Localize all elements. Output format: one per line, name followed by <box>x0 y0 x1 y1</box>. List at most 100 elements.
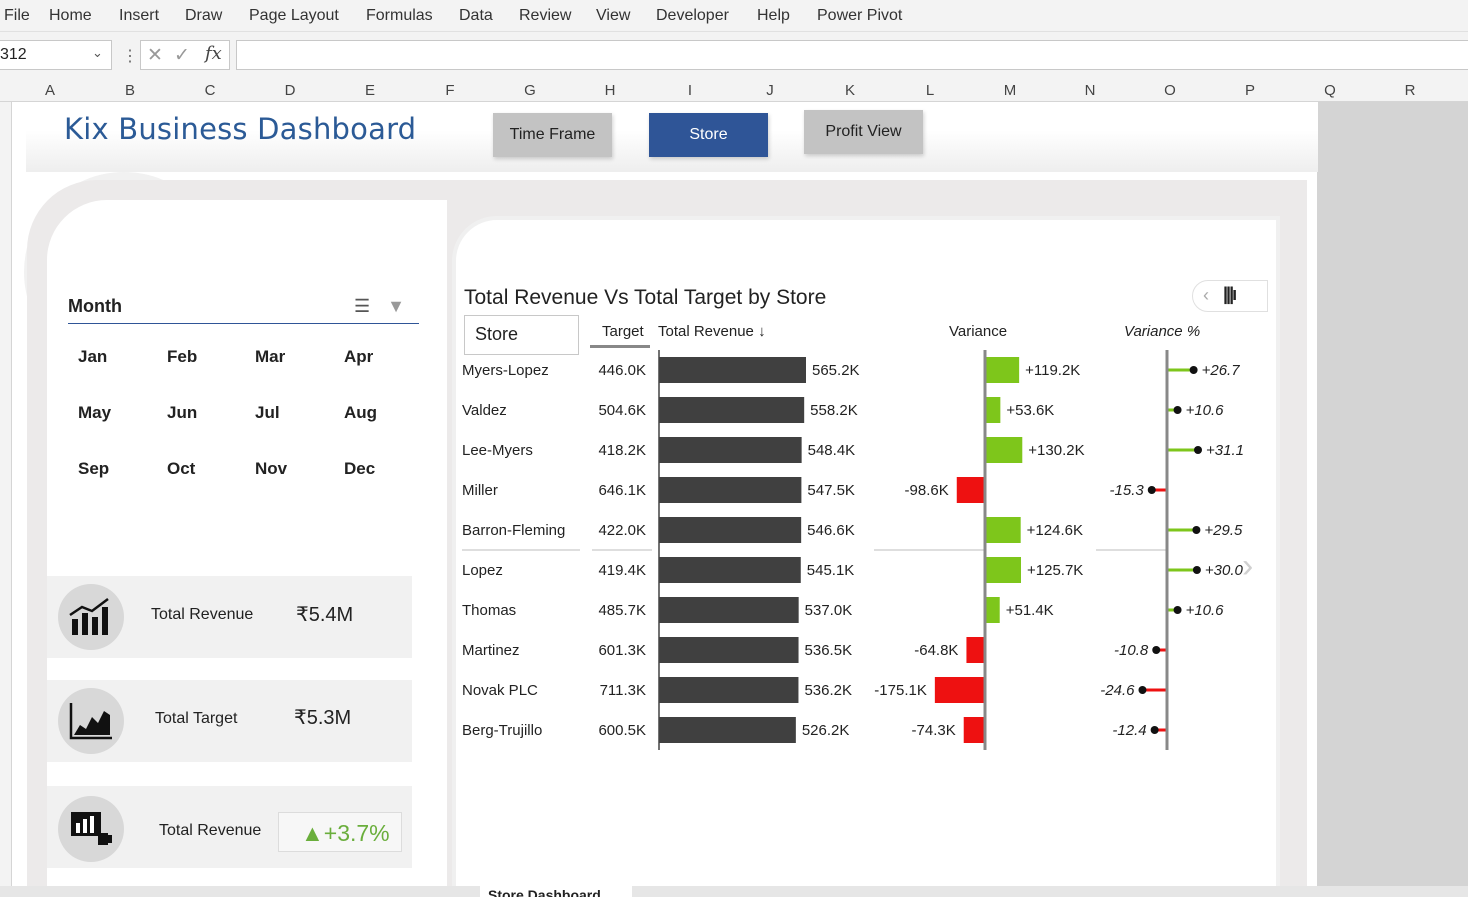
target-value: 422.0K <box>598 522 646 539</box>
menu-page-layout[interactable]: Page Layout <box>249 7 339 25</box>
column-header-h[interactable]: H <box>570 82 650 99</box>
column-header-o[interactable]: O <box>1130 82 1210 99</box>
revenue-label: 537.0K <box>805 602 853 619</box>
store-name: Barron-Fleming <box>462 522 565 539</box>
revenue-label: 548.4K <box>808 442 856 459</box>
menu-power-pivot[interactable]: Power Pivot <box>817 7 902 25</box>
variance-bar <box>985 357 1020 383</box>
variance-pct-dot <box>1138 686 1147 694</box>
revenue-bar <box>659 677 799 703</box>
column-header-a[interactable]: A <box>10 82 90 99</box>
revenue-bar <box>659 477 802 503</box>
chevron-down-icon[interactable]: ⌄ <box>92 45 103 61</box>
column-headers: ABCDEFGHIJKLMNOPQR <box>0 78 1468 102</box>
revenue-label: 547.5K <box>807 482 855 499</box>
column-header-q[interactable]: Q <box>1290 82 1370 99</box>
variance-bar <box>934 677 985 703</box>
store-name: Valdez <box>462 402 507 419</box>
revenue-bar <box>659 397 805 423</box>
column-header-n[interactable]: N <box>1050 82 1130 99</box>
variance-pct-label: +10.6 <box>1186 602 1225 619</box>
variance-bar <box>985 437 1023 463</box>
chart-canvas: Myers-Lopez 446.0K 565.2K +119.2K +26.7 Valde… <box>462 350 1244 750</box>
column-header-d[interactable]: D <box>250 82 330 99</box>
variance-pct-label: -24.6 <box>1100 682 1135 699</box>
target-value: 504.6K <box>598 402 646 419</box>
target-value: 600.5K <box>598 722 646 739</box>
variance-pct-dot <box>1192 526 1201 534</box>
variance-bar <box>985 397 1001 423</box>
formula-controls: ✕ ✓ fx <box>140 40 230 70</box>
function-icon[interactable]: fx <box>205 43 222 64</box>
menu-draw[interactable]: Draw <box>185 7 222 25</box>
store-name: Berg-Trujillo <box>462 722 542 739</box>
background-shape <box>1317 102 1468 886</box>
variance-bar <box>985 557 1021 583</box>
target-value: 485.7K <box>598 602 646 619</box>
column-header-p[interactable]: P <box>1210 82 1290 99</box>
revenue-bar <box>659 357 806 383</box>
menu-formulas[interactable]: Formulas <box>366 7 433 25</box>
store-name: Myers-Lopez <box>462 362 549 379</box>
variance-pct-dot <box>1173 606 1182 614</box>
cancel-icon[interactable]: ✕ <box>147 44 163 67</box>
column-header-l[interactable]: L <box>890 82 970 99</box>
variance-pct-dot <box>1152 646 1161 654</box>
revenue-label: 565.2K <box>812 362 860 379</box>
formula-input[interactable] <box>236 40 1468 70</box>
check-icon[interactable]: ✓ <box>174 44 190 67</box>
revenue-label: 545.1K <box>807 562 855 579</box>
column-header-j[interactable]: J <box>730 82 810 99</box>
revenue-bar <box>659 597 799 623</box>
column-header-m[interactable]: M <box>970 82 1050 99</box>
variance-pct-label: +30.0 <box>1205 562 1244 579</box>
variance-label: -74.3K <box>912 722 956 739</box>
menu-review[interactable]: Review <box>519 7 571 25</box>
sheet-tab-active[interactable]: Store Dashboard <box>480 884 632 897</box>
store-name: Lopez <box>462 562 503 579</box>
revenue-label: 546.6K <box>807 522 855 539</box>
column-header-g[interactable]: G <box>490 82 570 99</box>
variance-pct-label: +10.6 <box>1186 402 1225 419</box>
column-header-i[interactable]: I <box>650 82 730 99</box>
variance-label: +119.2K <box>1025 362 1080 379</box>
revenue-bar <box>659 637 799 663</box>
menu-view[interactable]: View <box>596 7 630 25</box>
column-header-f[interactable]: F <box>410 82 490 99</box>
variance-bar <box>956 477 985 503</box>
column-header-r[interactable]: R <box>1370 82 1450 99</box>
formula-bar: 312 ⌄ ⋮ ✕ ✓ fx <box>0 32 1468 78</box>
variance-pct-label: -12.4 <box>1112 722 1146 739</box>
column-header-c[interactable]: C <box>170 82 250 99</box>
revenue-bar <box>659 517 802 543</box>
variance-pct-label: -10.8 <box>1114 642 1149 659</box>
menu-help[interactable]: Help <box>757 7 790 25</box>
menu-home[interactable]: Home <box>49 7 92 25</box>
revenue-label: 526.2K <box>802 722 850 739</box>
variance-label: +53.6K <box>1006 402 1054 419</box>
menu-data[interactable]: Data <box>459 7 493 25</box>
target-value: 419.4K <box>598 562 646 579</box>
store-name: Miller <box>462 482 498 499</box>
variance-pct-dot <box>1192 566 1201 574</box>
revenue-label: 536.5K <box>805 642 853 659</box>
variance-label: +51.4K <box>1006 602 1054 619</box>
store-name: Lee-Myers <box>462 442 533 459</box>
variance-bar <box>966 637 985 663</box>
variance-pct-label: -15.3 <box>1110 482 1145 499</box>
column-header-e[interactable]: E <box>330 82 410 99</box>
variance-pct-dot <box>1147 486 1156 494</box>
menu-insert[interactable]: Insert <box>119 7 159 25</box>
menu-file[interactable]: File <box>4 7 30 25</box>
variance-pct-dot <box>1150 726 1159 734</box>
ribbon-menu-bar: File Home Insert Draw Page Layout Formulas Dat… <box>0 0 1468 32</box>
revenue-bar <box>659 557 801 583</box>
variance-label: +125.7K <box>1027 562 1083 579</box>
more-options-icon[interactable]: ⋮ <box>122 46 138 66</box>
column-header-k[interactable]: K <box>810 82 890 99</box>
variance-label: +124.6K <box>1027 522 1083 539</box>
column-header-b[interactable]: B <box>90 82 170 99</box>
menu-developer[interactable]: Developer <box>656 7 729 25</box>
chevron-right-icon[interactable]: › <box>1242 547 1253 586</box>
variance-pct-dot <box>1189 366 1198 374</box>
